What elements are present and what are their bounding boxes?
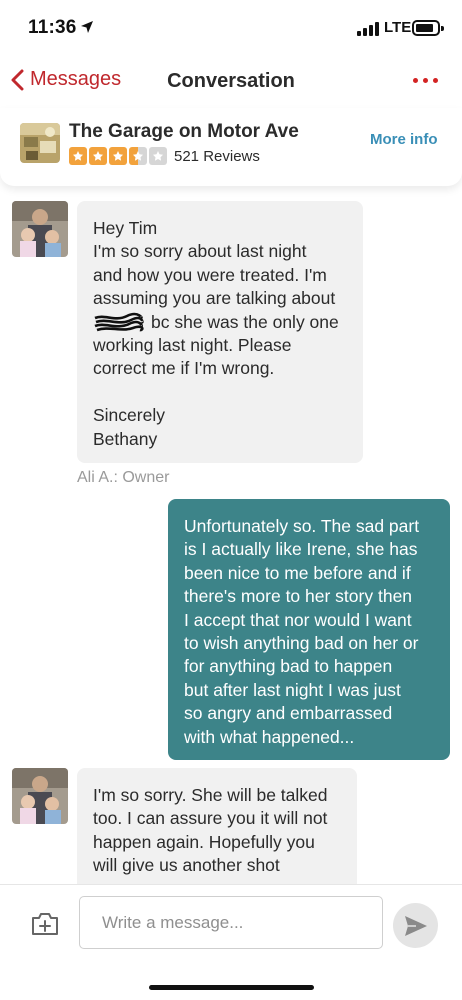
- network-type: LTE: [384, 19, 412, 36]
- message-bubble-outgoing: Unfortunately so. The sad part is I actu…: [168, 499, 450, 760]
- message-composer: [0, 884, 462, 1000]
- star-icon: [69, 147, 87, 165]
- message-line: with what happened...: [184, 726, 355, 747]
- business-thumbnail: [20, 123, 60, 163]
- message-line: and how you were treated. I'm: [93, 264, 327, 285]
- battery-icon: [412, 20, 444, 36]
- page-title: Conversation: [167, 70, 295, 92]
- message-line-redacted: bc she was the only one: [93, 311, 347, 334]
- business-card[interactable]: The Garage on Motor Ave 521 Reviews More…: [0, 108, 462, 186]
- nav-header: Messages Conversation: [0, 60, 462, 104]
- more-dots-icon[interactable]: [413, 78, 438, 83]
- avatar[interactable]: [12, 201, 68, 257]
- signal-icon: [357, 22, 379, 36]
- message-line: Hey Tim: [93, 218, 158, 238]
- message-signoff: Sincerely: [93, 405, 165, 426]
- send-icon: [404, 915, 427, 936]
- star-icon: [149, 147, 167, 165]
- message-line: for anything bad to happen: [184, 656, 393, 677]
- star-icon: [109, 147, 127, 165]
- message-line: is I actually like Irene, she has: [184, 539, 418, 560]
- message-input[interactable]: [79, 896, 383, 949]
- message-line: there's more to her story then: [184, 586, 413, 607]
- star-icon: [89, 147, 107, 165]
- add-photo-button[interactable]: [30, 911, 60, 942]
- more-info-link[interactable]: More info: [370, 131, 438, 148]
- message-line: will give us another shot: [93, 855, 280, 876]
- message-line: I'm so sorry about last night: [93, 241, 307, 262]
- message-line-text: bc she was the only one: [151, 311, 339, 332]
- message-line: working last night. Please: [93, 335, 292, 356]
- message-bubble-incoming: I'm so sorry. She will be talked too. I …: [77, 768, 357, 898]
- message-line: too. I can assure you it will not: [93, 808, 328, 829]
- home-indicator: [149, 985, 314, 990]
- avatar[interactable]: [12, 768, 68, 824]
- status-time: 11:36: [28, 17, 77, 38]
- review-count: 521 Reviews: [174, 148, 260, 165]
- message-line: been nice to me before and if: [184, 562, 411, 583]
- location-arrow-icon: [81, 21, 93, 33]
- send-button[interactable]: [393, 903, 438, 948]
- business-name: The Garage on Motor Ave: [69, 121, 299, 142]
- message-sender: Ali A.: Owner: [77, 469, 170, 486]
- star-icon: [129, 147, 147, 165]
- message-line: happen again. Hopefully you: [93, 831, 315, 852]
- message-line: Unfortunately so. The sad part: [184, 516, 420, 536]
- star-rating: [69, 147, 167, 165]
- message-line: correct me if I'm wrong.: [93, 358, 275, 379]
- message-bubble-incoming: Hey Tim I'm so sorry about last night an…: [77, 201, 363, 463]
- message-line: I'm so sorry. She will be talked: [93, 785, 328, 805]
- status-bar: 11:36 LTE: [0, 0, 462, 56]
- message-line: assuming you are talking about: [93, 288, 336, 309]
- message-signoff-name: Bethany: [93, 428, 158, 449]
- message-line: but after last night I was just: [184, 679, 401, 700]
- redaction-scribble: [94, 312, 144, 332]
- message-line: I accept that nor would I want: [184, 609, 412, 630]
- camera-plus-icon: [32, 913, 58, 935]
- message-line: to wish anything bad on her or: [184, 633, 419, 654]
- message-line: so angry and embarrassed: [184, 703, 393, 724]
